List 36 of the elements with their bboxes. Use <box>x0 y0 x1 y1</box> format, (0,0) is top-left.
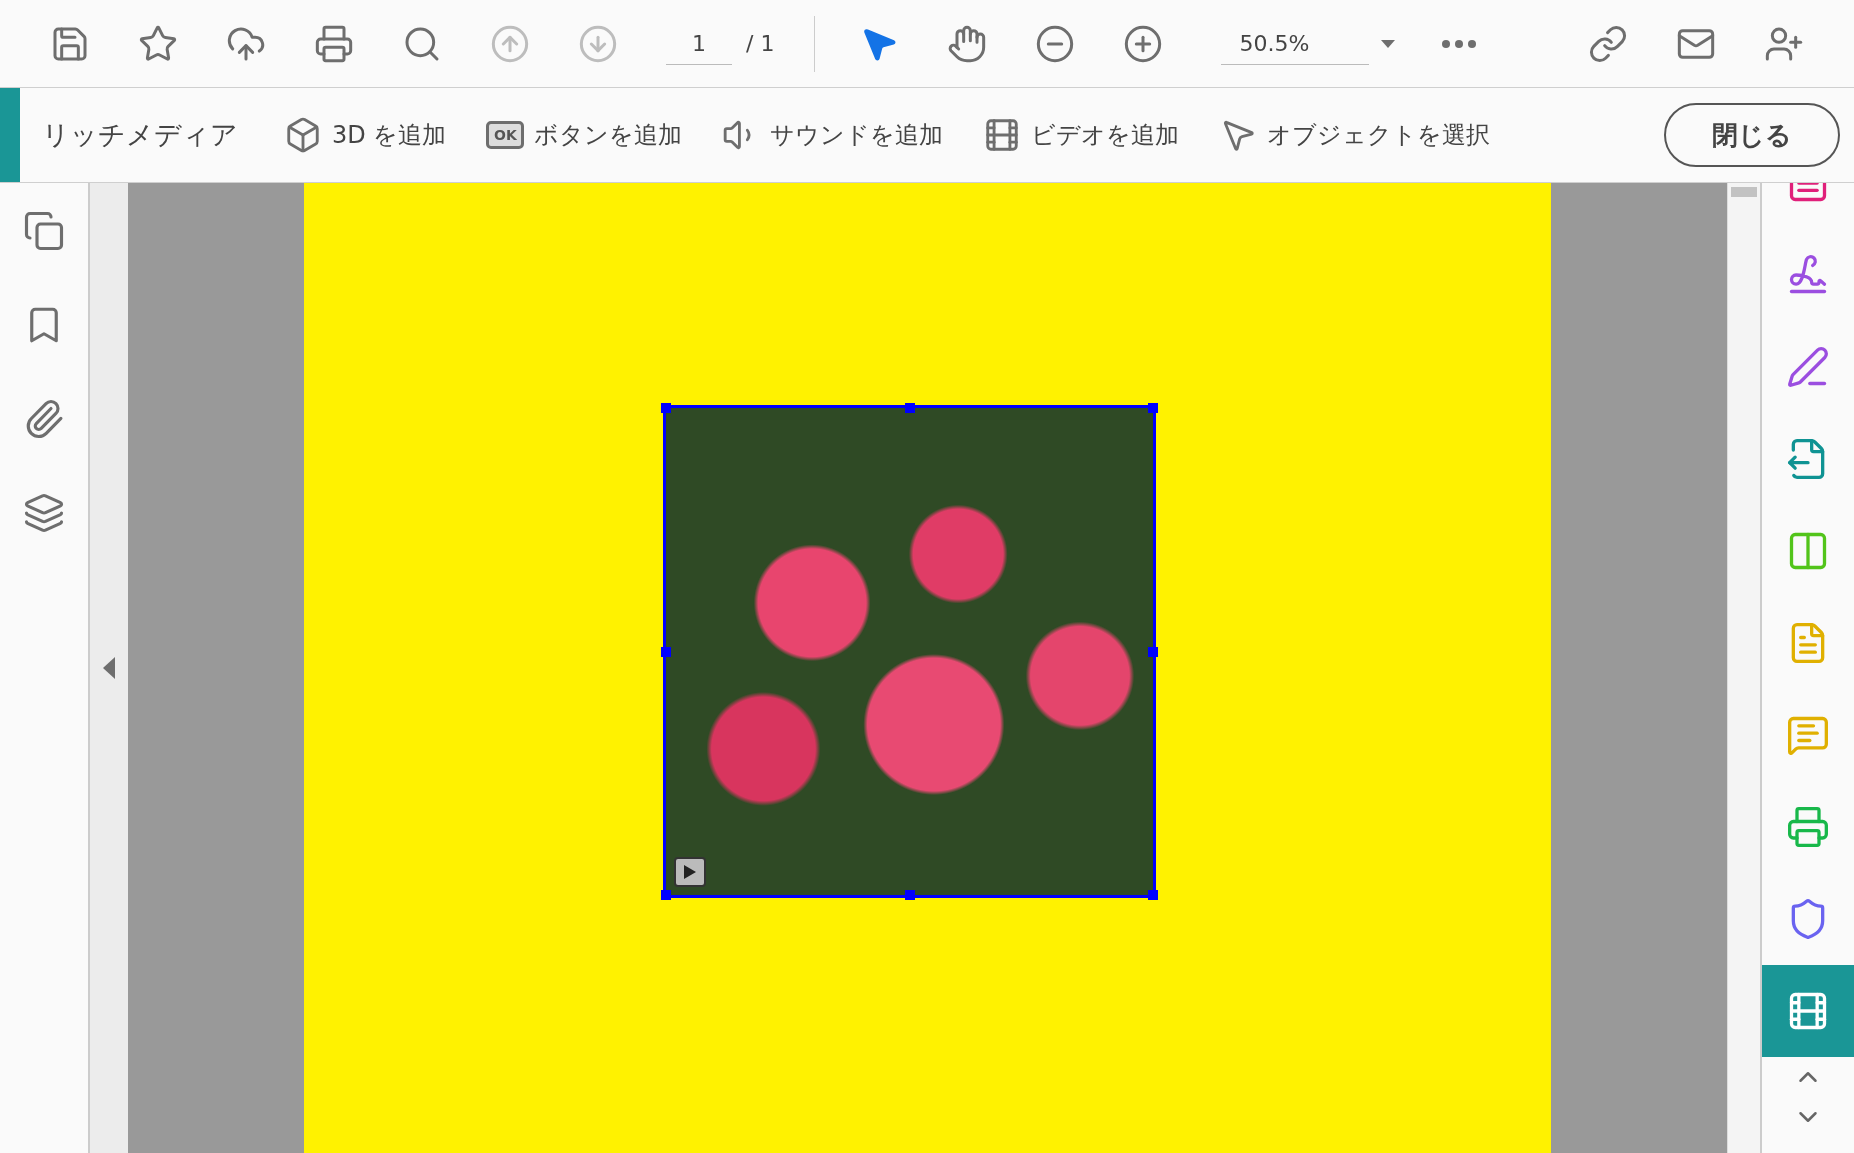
scrollbar-thumb[interactable] <box>1731 187 1757 197</box>
resize-handle[interactable] <box>1148 890 1158 900</box>
add-tool-button[interactable]: サウンドを追加 <box>722 116 944 154</box>
printer-icon <box>1786 805 1830 849</box>
resize-handle[interactable] <box>661 646 671 657</box>
link-icon <box>1588 23 1628 64</box>
zoom-field[interactable]: 50.5% <box>1221 22 1370 65</box>
panel-title: リッチメディア <box>42 118 238 152</box>
play-icon[interactable] <box>674 857 706 887</box>
more-icon <box>1442 39 1477 48</box>
film-tool-button[interactable] <box>1762 965 1854 1057</box>
hand-icon <box>947 23 988 64</box>
resize-handle[interactable] <box>661 403 671 413</box>
add-tool-button[interactable]: ビデオを追加 <box>983 116 1180 154</box>
add-tool-button[interactable]: OK ボタンを追加 <box>486 119 683 151</box>
collapse-arrow-icon[interactable] <box>103 657 115 679</box>
dropdown-caret-icon <box>1381 39 1396 48</box>
resize-handle[interactable] <box>1148 403 1158 413</box>
plus-icon <box>1123 23 1164 64</box>
page-number-field[interactable]: 1 <box>666 22 732 65</box>
star-icon <box>138 23 178 64</box>
page-total: / 1 <box>746 31 775 56</box>
minus-icon <box>1035 23 1076 64</box>
resize-handle[interactable] <box>904 403 915 413</box>
close-button[interactable]: 閉じる <box>1664 103 1840 167</box>
add-tool-button[interactable]: 3D を追加 <box>284 116 447 154</box>
layers-icon <box>23 492 65 534</box>
pen-icon <box>1786 345 1830 389</box>
resize-handle[interactable] <box>904 890 915 900</box>
resize-handle[interactable] <box>1148 646 1158 657</box>
resize-handle[interactable] <box>661 890 671 900</box>
cube-icon <box>284 116 322 154</box>
ok-button-icon: OK <box>486 121 525 149</box>
printer-icon <box>314 23 354 64</box>
pages-icon <box>23 210 65 252</box>
add-tool-button[interactable]: オブジェクトを選択 <box>1219 116 1491 154</box>
